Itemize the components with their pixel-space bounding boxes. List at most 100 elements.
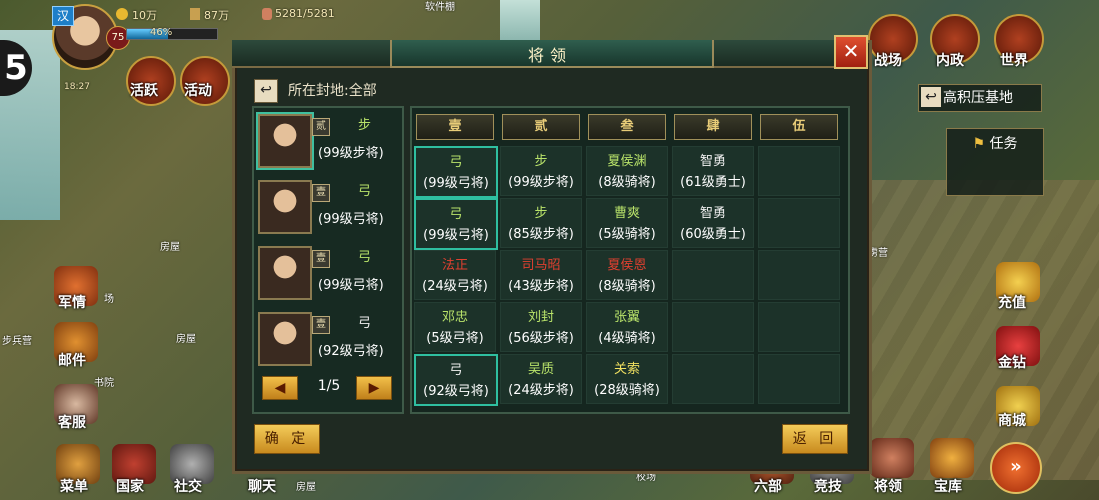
slot-general-level: (24级弓将) — [422, 279, 488, 294]
fief-filter[interactable]: 所在封地:全部 — [288, 80, 377, 100]
formation-slot[interactable] — [758, 354, 840, 404]
confirm-button[interactable]: 确 定 — [254, 424, 320, 454]
map-label-field: 场 — [104, 294, 114, 305]
expand-icon[interactable]: » — [990, 442, 1042, 494]
coin-icon — [116, 8, 128, 20]
formation-slot[interactable] — [672, 354, 754, 404]
general-type: 步 — [358, 118, 372, 133]
troops-value: 5281/5281 — [275, 7, 335, 20]
slot-general-name: 智勇 — [699, 206, 726, 221]
generals-icon[interactable] — [870, 438, 914, 478]
road-texture — [870, 180, 1099, 480]
formation-slot[interactable]: 夏侯恩 (8级骑将) — [586, 250, 668, 300]
slot-general-level: (8级骑将) — [598, 279, 656, 294]
world-label: 世界 — [1000, 53, 1028, 69]
back-button[interactable]: 返 回 — [782, 424, 848, 454]
treasury-icon[interactable] — [930, 438, 974, 478]
general-rank-badge: 壹 — [312, 250, 330, 268]
column-header: 壹 — [416, 114, 494, 140]
formation-slot[interactable] — [758, 250, 840, 300]
formation-slot[interactable]: 曹爽 (5级骑将) — [586, 198, 668, 248]
prev-page-button[interactable]: ◀ — [262, 376, 298, 400]
slot-general-level: (99级弓将) — [423, 176, 489, 191]
general-list-item[interactable]: 壹 弓 (99级弓将) — [258, 178, 398, 236]
back-arrow-icon[interactable]: ↩ — [254, 79, 278, 103]
slot-general-level: (85级步将) — [508, 227, 574, 242]
general-type: 弓 — [358, 316, 372, 331]
map-label-academy: 书院 — [94, 378, 114, 389]
general-rank-badge: 贰 — [312, 118, 330, 136]
formation-slot[interactable]: 夏侯渊 (8级骑将) — [586, 146, 668, 196]
formation-slot[interactable]: 智勇 (61级勇士) — [672, 146, 754, 196]
slot-general-name: 关索 — [613, 362, 640, 377]
general-level: (92级弓将) — [318, 344, 384, 359]
formation-slot[interactable]: 弓 (92级弓将) — [414, 354, 498, 406]
formation-slot[interactable]: 法正 (24级弓将) — [414, 250, 496, 300]
general-list-item[interactable]: 壹 弓 (99级弓将) — [258, 244, 398, 302]
formation-slot[interactable] — [672, 302, 754, 352]
slot-general-level: (61级勇士) — [680, 175, 746, 190]
slot-general-level: (43级步将) — [508, 279, 574, 294]
formation-slot[interactable] — [758, 198, 840, 248]
slot-general-name: 夏侯渊 — [607, 154, 647, 169]
formation-slot[interactable] — [758, 302, 840, 352]
slot-general-level: (60级勇士) — [680, 227, 746, 242]
general-level: (99级弓将) — [318, 212, 384, 227]
formation-slot[interactable]: 步 (99级步将) — [500, 146, 582, 196]
next-page-button[interactable]: ▶ — [356, 376, 392, 400]
column-header: 肆 — [674, 114, 752, 140]
side-counter[interactable]: 5 — [0, 40, 32, 96]
formation-slot[interactable] — [758, 146, 840, 196]
exp-percent: 46% — [150, 27, 173, 38]
task-panel[interactable]: ⚑ 任务 — [946, 128, 1044, 196]
coins-value: 10万 — [132, 9, 157, 22]
dialog-title: 将领 — [527, 46, 572, 65]
slot-general-level: (24级步将) — [508, 383, 574, 398]
slot-general-name: 弓 — [449, 155, 463, 170]
slot-general-name: 司马昭 — [521, 258, 561, 273]
general-portrait — [258, 246, 312, 300]
general-rank-badge: 壹 — [312, 184, 330, 202]
column-header: 叁 — [588, 114, 666, 140]
intel-label: 军情 — [58, 295, 86, 311]
formation-slot[interactable]: 弓 (99级弓将) — [414, 146, 498, 198]
six-ministries-label: 六部 — [754, 479, 782, 495]
food-icon — [190, 8, 200, 20]
formation-slot[interactable]: 关索 (28级骑将) — [586, 354, 668, 404]
formation-slot[interactable]: 司马昭 (43级步将) — [500, 250, 582, 300]
formation-slot[interactable] — [672, 250, 754, 300]
troops-icon — [262, 8, 272, 20]
formation-slot[interactable]: 步 (85级步将) — [500, 198, 582, 248]
map-label-house3: 房屋 — [296, 482, 316, 493]
chat-button[interactable]: 聊天 — [248, 476, 276, 496]
slot-general-level: (5级弓将) — [426, 331, 484, 346]
battle-label: 战场 — [874, 53, 902, 69]
slot-general-name: 刘封 — [527, 310, 554, 325]
formation-slot[interactable]: 邓忠 (5级弓将) — [414, 302, 496, 352]
close-button[interactable]: ✕ — [834, 35, 868, 69]
slot-general-name: 张翼 — [613, 310, 640, 325]
menu-label: 菜单 — [60, 479, 88, 495]
slot-general-level: (99级步将) — [508, 175, 574, 190]
general-level: (99级弓将) — [318, 278, 384, 293]
map-label-house1: 房屋 — [160, 242, 180, 253]
slot-general-level: (56级步将) — [508, 331, 574, 346]
page-indicator: 1/5 — [317, 378, 341, 394]
general-list-item[interactable]: 壹 弓 (92级弓将) — [258, 310, 398, 368]
food-value: 87万 — [204, 9, 229, 22]
task-flag-icon: ⚑ — [972, 136, 986, 152]
formation-slot[interactable]: 弓 (99级弓将) — [414, 198, 498, 250]
nation-label: 国家 — [116, 479, 144, 495]
domestic-label: 内政 — [936, 53, 964, 69]
formation-slot[interactable]: 张翼 (4级骑将) — [586, 302, 668, 352]
formation-slot[interactable]: 刘封 (56级步将) — [500, 302, 582, 352]
mail-label: 邮件 — [58, 353, 86, 369]
formation-slot[interactable]: 智勇 (60级勇士) — [672, 198, 754, 248]
formation-slot[interactable]: 吴质 (24级步将) — [500, 354, 582, 404]
slot-general-level: (92级弓将) — [423, 384, 489, 399]
base-button[interactable]: ↩ 高积压基地 — [918, 84, 1042, 112]
general-list-item[interactable]: 贰 步 (99级步将) — [256, 112, 398, 170]
service-label: 客服 — [58, 415, 86, 431]
map-label-road: 软件棚 — [425, 2, 455, 13]
map-label-house2: 房屋 — [176, 334, 196, 345]
